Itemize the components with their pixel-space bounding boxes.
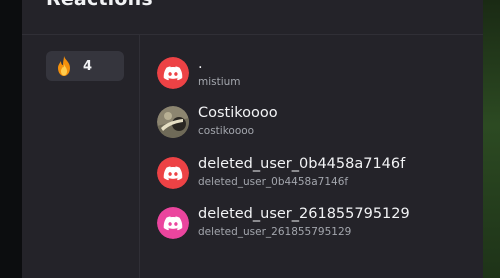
reaction-chip-fire[interactable]: 4 bbox=[46, 51, 124, 81]
discord-logo-icon bbox=[157, 57, 189, 89]
avatar bbox=[157, 207, 189, 239]
modal-title: Reactions bbox=[46, 0, 153, 10]
photo-avatar-icon bbox=[157, 106, 189, 138]
user-handle: deleted_user_261855795129 bbox=[198, 226, 352, 238]
user-handle: costikoooo bbox=[198, 125, 255, 137]
user-display-name: deleted_user_261855795129 bbox=[198, 206, 410, 222]
avatar bbox=[157, 57, 189, 89]
user-display-name: deleted_user_0b4458a7146f bbox=[198, 156, 406, 172]
discord-logo-icon bbox=[157, 157, 189, 189]
reaction-user-item[interactable]: deleted_user_0b4458a7146f deleted_user_0… bbox=[157, 156, 477, 193]
user-handle: mistium bbox=[198, 76, 241, 88]
avatar bbox=[157, 157, 189, 189]
avatar bbox=[157, 106, 189, 138]
reaction-user-item[interactable]: deleted_user_261855795129 deleted_user_2… bbox=[157, 206, 477, 243]
reaction-list: 4 bbox=[22, 35, 140, 278]
modal-header: Reactions bbox=[22, 0, 483, 35]
reactions-modal: Reactions 4 . mistium bbox=[22, 0, 483, 278]
user-handle: deleted_user_0b4458a7146f bbox=[198, 176, 349, 188]
fire-emoji-icon bbox=[58, 56, 70, 76]
reaction-user-item[interactable]: Costikoooo costikoooo bbox=[157, 105, 477, 142]
user-display-name: Costikoooo bbox=[198, 105, 278, 121]
discord-logo-icon bbox=[157, 207, 189, 239]
reaction-user-item[interactable]: . mistium bbox=[157, 56, 477, 93]
background-window bbox=[483, 0, 500, 278]
reaction-count: 4 bbox=[83, 58, 93, 74]
user-display-name: . bbox=[198, 56, 203, 72]
